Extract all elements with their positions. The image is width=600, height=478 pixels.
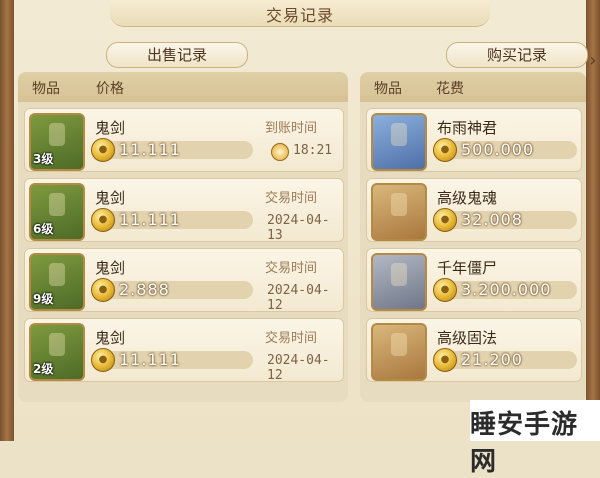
level-badge: 9级 bbox=[33, 292, 54, 306]
level-badge: 3级 bbox=[33, 152, 54, 166]
window-title: 交易记录 bbox=[265, 6, 334, 25]
buy-table-header: 物品 花费 bbox=[360, 72, 586, 102]
time-value: 2024-04-13 bbox=[267, 213, 330, 243]
price-value: 11.111 bbox=[119, 210, 181, 229]
time-label: 交易时间 bbox=[265, 191, 318, 206]
sell-row[interactable]: 3级 鬼剑 ● 11.111 到账时间 18:21 bbox=[24, 108, 344, 172]
time-value: 18:21 bbox=[293, 143, 333, 158]
coin-icon: ● bbox=[91, 278, 115, 302]
tab-sell-records[interactable]: 出售记录 bbox=[106, 42, 248, 68]
item-name: 高级鬼魂 bbox=[437, 189, 498, 207]
sell-row[interactable]: 2级 鬼剑 ● 11.111 交易时间 2024-04-12 bbox=[24, 318, 344, 383]
site-watermark: 睡安手游网 bbox=[470, 400, 600, 477]
sell-row[interactable]: 9级 鬼剑 ● 2.888 交易时间 2024-04-12 bbox=[24, 248, 344, 313]
coin-icon: ● bbox=[91, 348, 115, 372]
price-value: 500.000 bbox=[461, 140, 535, 159]
item-name: 鬼剑 bbox=[95, 189, 126, 207]
buy-records-panel: 物品 花费 布雨神君 ● 500.000 高级鬼魂 ● 32.008 千年僵尸 … bbox=[360, 72, 586, 402]
price-bar: ● 21.200 bbox=[433, 348, 577, 372]
rain-god-portrait-icon bbox=[371, 113, 427, 171]
coin-icon: ● bbox=[433, 348, 457, 372]
clock-icon bbox=[271, 143, 289, 161]
left-frame-post bbox=[0, 0, 14, 441]
sell-table-header: 物品 价格 bbox=[18, 72, 348, 102]
buy-row[interactable]: 布雨神君 ● 500.000 bbox=[366, 108, 582, 172]
price-value: 11.111 bbox=[119, 140, 181, 159]
level-badge: 6级 bbox=[33, 222, 54, 236]
sell-row[interactable]: 6级 鬼剑 ● 11.111 交易时间 2024-04-13 bbox=[24, 178, 344, 243]
sell-records-panel: 物品 价格 3级 鬼剑 ● 11.111 到账时间 18:21 6级 鬼剑 ● … bbox=[18, 72, 348, 402]
watermark-text: 睡安手游网 bbox=[470, 410, 579, 477]
item-name: 鬼剑 bbox=[95, 119, 126, 137]
title-bar: 交易记录 bbox=[110, 0, 490, 27]
ghost-sword-icon: 3级 bbox=[29, 113, 85, 171]
price-bar: ● 11.111 bbox=[91, 348, 253, 372]
coin-icon: ● bbox=[91, 208, 115, 232]
level-badge: 2级 bbox=[33, 362, 54, 376]
scroll-icon bbox=[371, 323, 427, 381]
col-cost-header: 花费 bbox=[436, 81, 464, 97]
price-bar: ● 3.200.000 bbox=[433, 278, 577, 302]
scroll-icon bbox=[371, 183, 427, 241]
coin-icon: ● bbox=[91, 138, 115, 162]
price-bar: ● 2.888 bbox=[91, 278, 253, 302]
col-item-header: 物品 bbox=[32, 81, 60, 97]
price-value: 11.111 bbox=[119, 350, 181, 369]
buy-row[interactable]: 高级固法 ● 21.200 bbox=[366, 318, 582, 382]
item-name: 布雨神君 bbox=[437, 119, 498, 137]
ghost-sword-icon: 9级 bbox=[29, 253, 85, 311]
time-label: 到账时间 bbox=[265, 121, 318, 136]
close-icon[interactable]: › bbox=[586, 50, 600, 76]
buy-row[interactable]: 千年僵尸 ● 3.200.000 bbox=[366, 248, 582, 312]
price-value: 2.888 bbox=[119, 280, 170, 299]
price-bar: ● 11.111 bbox=[91, 208, 253, 232]
price-bar: ● 32.008 bbox=[433, 208, 577, 232]
ghost-sword-icon: 6级 bbox=[29, 183, 85, 241]
col-item-header: 物品 bbox=[374, 81, 402, 97]
price-bar: ● 500.000 bbox=[433, 138, 577, 162]
price-value: 21.200 bbox=[461, 350, 523, 369]
coin-icon: ● bbox=[433, 208, 457, 232]
price-value: 32.008 bbox=[461, 210, 523, 229]
price-value: 3.200.000 bbox=[461, 280, 552, 299]
item-name: 高级固法 bbox=[437, 329, 498, 347]
item-name: 鬼剑 bbox=[95, 259, 126, 277]
trade-record-window: 交易记录 › 出售记录 购买记录 物品 价格 3级 鬼剑 ● 11.111 到账… bbox=[0, 0, 600, 477]
price-bar: ● 11.111 bbox=[91, 138, 253, 162]
buy-row[interactable]: 高级鬼魂 ● 32.008 bbox=[366, 178, 582, 242]
zombie-portrait-icon bbox=[371, 253, 427, 311]
coin-icon: ● bbox=[433, 278, 457, 302]
ghost-sword-icon: 2级 bbox=[29, 323, 85, 381]
time-label: 交易时间 bbox=[265, 261, 318, 276]
item-name: 鬼剑 bbox=[95, 329, 126, 347]
time-label: 交易时间 bbox=[265, 331, 318, 346]
tab-buy-records[interactable]: 购买记录 bbox=[446, 42, 588, 68]
item-name: 千年僵尸 bbox=[437, 259, 498, 277]
col-price-header: 价格 bbox=[96, 81, 124, 97]
coin-icon: ● bbox=[433, 138, 457, 162]
time-value: 2024-04-12 bbox=[267, 283, 330, 313]
time-value: 2024-04-12 bbox=[267, 353, 330, 383]
